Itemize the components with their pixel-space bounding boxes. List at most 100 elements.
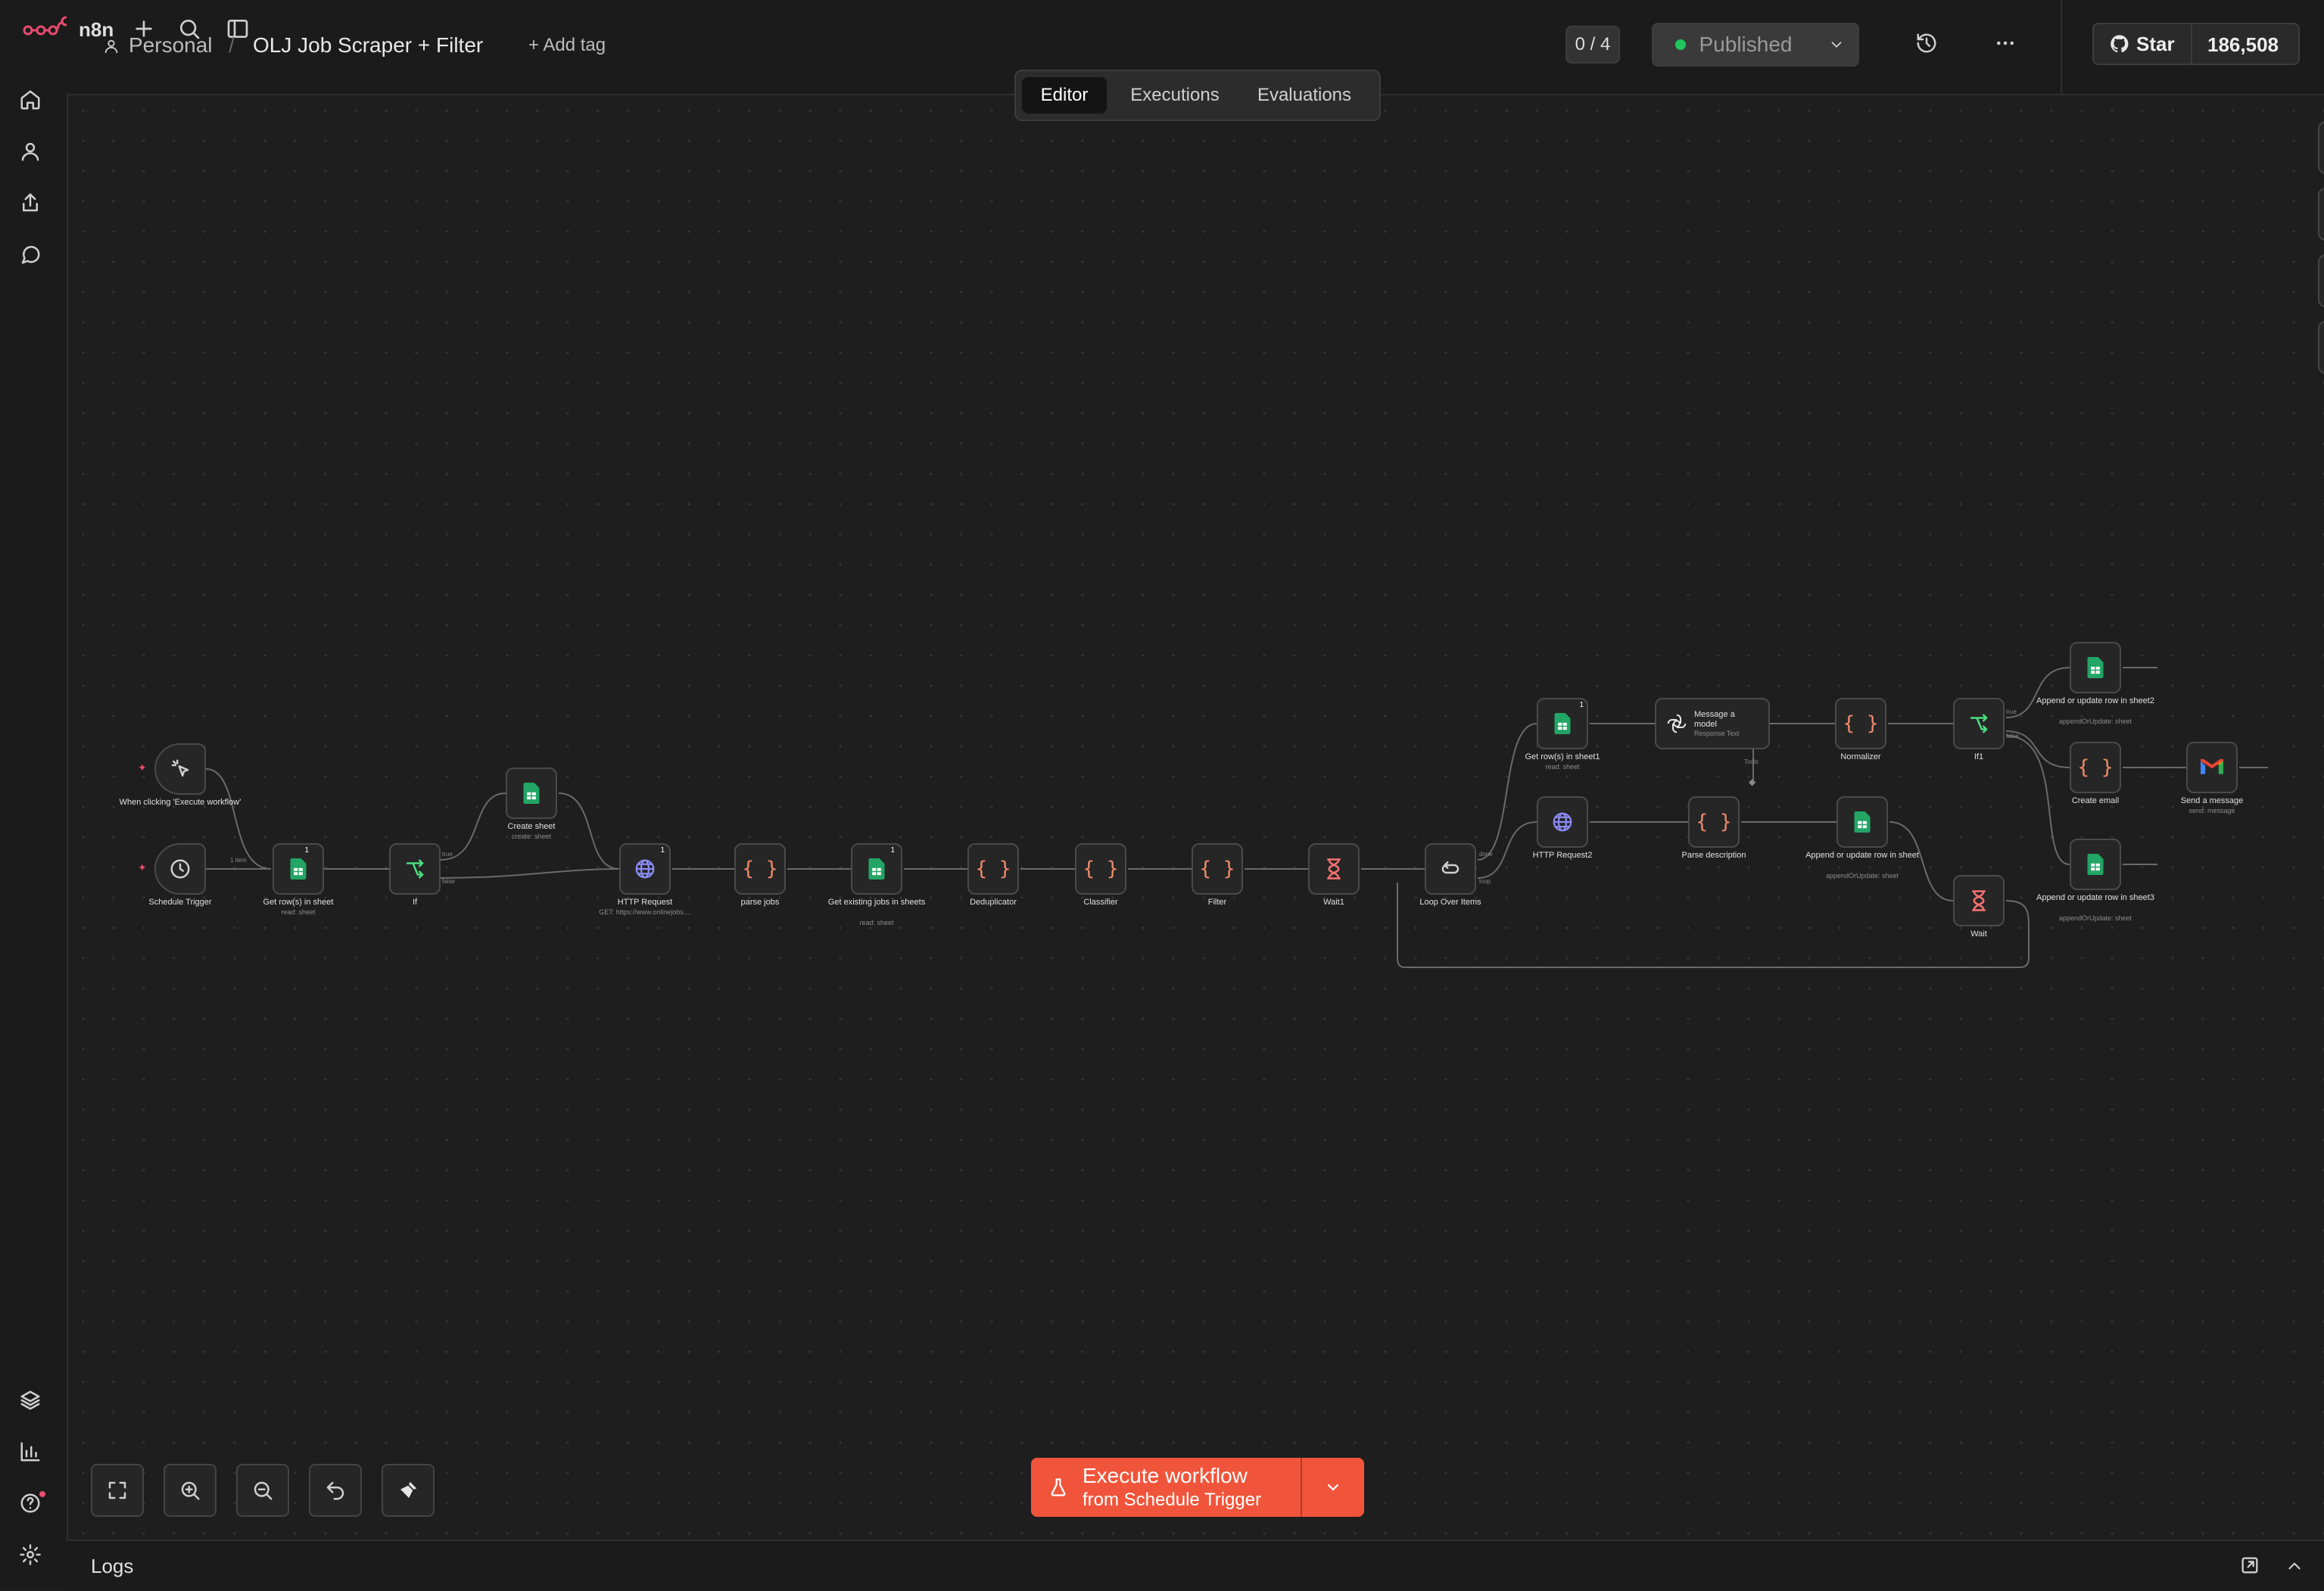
n8n-logo[interactable] [23, 15, 71, 41]
node-append-row-in-sheet[interactable] [1836, 796, 1888, 848]
help-icon[interactable] [15, 1488, 45, 1518]
execute-workflow-button[interactable]: Execute workflow from Schedule Trigger [1031, 1458, 1364, 1517]
node-create-email[interactable]: { } [2070, 742, 2121, 793]
node-get-existing-jobs[interactable]: 1 [851, 843, 902, 895]
run-count-badge: 1 [660, 846, 665, 855]
history-icon[interactable] [1915, 32, 1938, 54]
chat-icon[interactable] [15, 239, 45, 269]
node-parse-description[interactable]: { } [1688, 796, 1740, 848]
node-send-a-message[interactable] [2186, 742, 2238, 793]
openai-icon [1667, 714, 1687, 733]
search-nodes-button[interactable] [2318, 188, 2324, 241]
home-icon[interactable] [15, 85, 45, 115]
node-subtitle: GET: https://www.onlinejobs.... [599, 908, 691, 916]
node-manual-trigger[interactable] [154, 743, 206, 795]
tidy-up-button[interactable] [382, 1464, 435, 1517]
node-parse-jobs[interactable]: { } [734, 843, 786, 895]
zoom-in-button[interactable] [164, 1464, 217, 1517]
node-subtitle: appendOrUpdate: sheet [1825, 872, 1899, 880]
undo-icon [326, 1481, 344, 1500]
toggle-panel-button[interactable] [2318, 321, 2324, 374]
node-label: Get row(s) in sheet1 [1525, 752, 1600, 761]
topbar-divider [2061, 0, 2062, 94]
view-tabs: Editor Executions Evaluations [1014, 70, 1381, 121]
node-wait[interactable] [1953, 875, 2005, 926]
node-label: Filter [1207, 898, 1227, 907]
github-star-button[interactable]: Star 186,508 [2092, 23, 2300, 65]
node-schedule-trigger[interactable] [154, 843, 206, 895]
edge-loop-getrows1 [1477, 723, 1537, 861]
node-label: Normalizer [1840, 752, 1881, 761]
node-if[interactable] [389, 843, 441, 895]
chevron-down-icon [1831, 42, 1842, 48]
node-deduplicator[interactable]: { } [967, 843, 1019, 895]
trigger-plus-icon[interactable]: ✦ [138, 761, 147, 774]
node-wait1[interactable] [1308, 843, 1360, 895]
github-star-count: 186,508 [2207, 33, 2279, 56]
edge-if-http [440, 868, 620, 879]
node-label: Append or update row in sheet2 [2036, 696, 2154, 705]
pop-out-icon[interactable] [2239, 1555, 2260, 1576]
add-tag-button[interactable]: + Add tag [528, 35, 606, 56]
node-subtitle: read: sheet [281, 908, 316, 916]
branch-icon [406, 859, 424, 879]
node-label: If1 [1974, 752, 1984, 761]
sticky-note-button[interactable] [2318, 254, 2324, 307]
node-subtitle: read: sheet [1545, 763, 1580, 771]
node-subtitle: appendOrUpdate: sheet [2058, 914, 2132, 922]
node-label: Parse description [1681, 851, 1746, 860]
edge-label-false: false [442, 878, 455, 885]
user-icon[interactable] [15, 136, 45, 167]
insights-icon[interactable] [15, 1437, 45, 1467]
chevron-up-icon[interactable] [2285, 1556, 2304, 1576]
breadcrumb-project[interactable]: Personal [129, 33, 213, 58]
node-http-request[interactable]: 1 [619, 843, 671, 895]
node-label: Message a model [1694, 710, 1735, 729]
node-subtitle: appendOrUpdate: sheet [2058, 718, 2132, 725]
add-node-button[interactable] [2318, 121, 2324, 174]
node-append-row-in-sheet2[interactable] [2070, 642, 2121, 693]
node-classifier[interactable]: { } [1075, 843, 1126, 895]
node-normalizer[interactable]: { } [1835, 698, 1886, 749]
node-create-sheet[interactable] [506, 767, 557, 819]
tab-editor[interactable]: Editor [1022, 77, 1107, 114]
node-if1[interactable] [1953, 698, 2005, 749]
more-options-icon[interactable] [1994, 32, 2017, 54]
tab-executions[interactable]: Executions [1114, 77, 1235, 114]
node-get-rows-in-sheet1[interactable]: 1 [1537, 698, 1588, 749]
tab-evaluations[interactable]: Evaluations [1240, 77, 1369, 114]
fit-view-button[interactable] [91, 1464, 144, 1517]
tools-plus-handle[interactable]: ◆ [1749, 777, 1755, 787]
logs-bar[interactable]: Logs [67, 1540, 2324, 1591]
broom-icon [400, 1481, 417, 1498]
execute-dropdown-button[interactable] [1302, 1458, 1364, 1517]
workflow-title[interactable]: OLJ Job Scraper + Filter [253, 33, 483, 58]
node-label: If [412, 898, 418, 907]
settings-icon[interactable] [15, 1540, 45, 1570]
publish-dropdown-button[interactable] [1814, 23, 1859, 67]
edge-label-tools: Tools [1744, 758, 1759, 765]
node-label: Append or update row in sheet [1805, 851, 1919, 860]
undo-button[interactable] [309, 1464, 362, 1517]
logs-label: Logs [91, 1555, 134, 1577]
node-append-row-in-sheet3[interactable] [2070, 839, 2121, 890]
node-get-rows-in-sheet[interactable]: 1 [273, 843, 324, 895]
node-filter[interactable]: { } [1192, 843, 1243, 895]
code-icon: { } [1696, 811, 1732, 833]
trigger-plus-icon[interactable]: ✦ [138, 861, 147, 874]
code-icon: { } [1083, 858, 1119, 880]
node-message-a-model[interactable]: Message a model Response Text [1655, 698, 1770, 749]
share-icon[interactable] [15, 188, 45, 218]
sheets-icon [1554, 713, 1571, 734]
node-http-request2[interactable] [1537, 796, 1588, 848]
edge-label-items: 1 item [230, 857, 247, 864]
zoom-out-button[interactable] [236, 1464, 289, 1517]
templates-icon[interactable] [15, 1385, 45, 1415]
node-label: Get existing jobs in sheets [827, 898, 926, 907]
published-button[interactable]: Published [1652, 23, 1815, 67]
workflow-canvas[interactable]: ✦ ✦ When clicking 'Execute workflow' Sch… [68, 95, 2324, 1540]
node-loop-over-items[interactable] [1425, 843, 1476, 895]
node-label: Send a message [2180, 796, 2244, 805]
node-label: Wait1 [1323, 898, 1344, 907]
edge-label-false: false [2006, 733, 2019, 739]
